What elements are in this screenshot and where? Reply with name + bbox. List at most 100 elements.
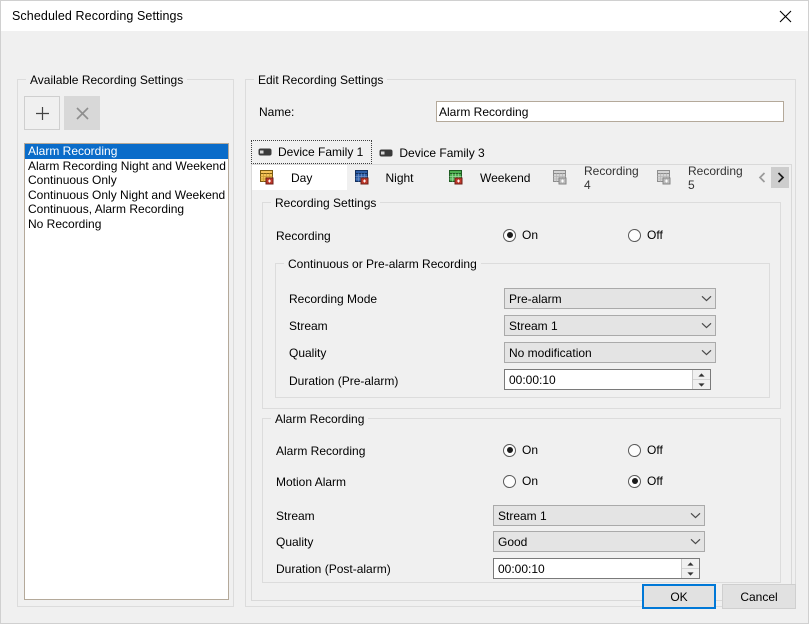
radio-dot [503,474,516,488]
recording-mode-value: Pre-alarm [509,291,562,306]
window-title: Scheduled Recording Settings [12,9,183,23]
caret-up-icon [687,561,694,566]
tab-day[interactable]: Day [252,165,347,190]
cross-icon [75,106,89,120]
chevron-left-icon [758,172,765,183]
radio-label: Off [647,443,663,457]
tab-recording-5[interactable]: Recording 5 [649,164,753,192]
delete-recording-setting-button[interactable] [64,96,100,130]
radio-dot [628,443,641,457]
scheduled-recording-settings-dialog: Scheduled Recording Settings Available R… [0,0,809,624]
close-window-button[interactable] [762,1,808,31]
chevron-down-icon [686,538,704,545]
tab-label: Recording 4 [584,163,639,192]
alarm-stream-select[interactable]: Stream 1 [493,505,705,526]
duration-prealarm-input[interactable]: 00:00:10 [504,369,711,390]
motion-alarm-on-radio[interactable]: On [503,474,538,488]
tab-device-family-3[interactable]: Device Family 3 [372,142,494,164]
available-recording-settings-title: Available Recording Settings [26,73,188,87]
alarm-recording-title: Alarm Recording [271,412,369,426]
chevron-down-icon [686,512,704,519]
radio-label: Off [647,474,663,488]
radio-dot [628,474,641,488]
recording-mode-select[interactable]: Pre-alarm [504,288,716,309]
schedule-weekend-icon [449,170,463,185]
tab-label: Device Family 3 [399,146,485,160]
radio-dot [628,228,641,242]
schedule-day-icon [260,170,274,185]
motion-alarm-label: Motion Alarm [276,475,347,489]
schedule-tab-pane: Day Night Weekend Recording 4 Recording … [251,164,792,601]
close-icon [779,10,791,22]
edit-recording-settings-title: Edit Recording Settings [254,73,388,87]
available-recording-settings-group: Available Recording Settings Alarm Recor… [17,73,234,607]
spinner-up-button[interactable] [682,559,699,569]
list-item[interactable]: Alarm Recording [25,144,228,159]
recording-mode-label: Recording Mode [289,292,378,306]
recording-on-radio[interactable]: On [503,228,538,242]
continuous-prealarm-title: Continuous or Pre-alarm Recording [284,257,481,271]
chevron-down-icon [697,349,715,356]
list-item[interactable]: Continuous Only [25,173,228,188]
continuous-quality-select[interactable]: No modification [504,342,716,363]
name-label: Name: [259,105,295,119]
chevron-down-icon [697,322,715,329]
plus-icon [35,106,49,120]
name-input[interactable] [436,101,784,122]
alarm-quality-label: Quality [276,535,314,549]
radio-label: On [522,228,539,242]
tab-label: Weekend [480,170,531,185]
tab-label: Day [291,170,313,185]
ok-button[interactable]: OK [642,584,716,609]
duration-postalarm-label: Duration (Post-alarm) [276,562,391,576]
caret-down-icon [698,382,705,387]
device-icon [379,149,393,157]
radio-label: On [522,474,539,488]
device-icon [258,148,272,156]
caret-up-icon [698,372,705,377]
radio-dot [503,228,516,242]
alarm-stream-label: Stream [276,509,315,523]
list-item[interactable]: No Recording [25,217,228,232]
spinner-up-button[interactable] [693,370,710,380]
schedule-night-icon [354,170,368,185]
title-bar: Scheduled Recording Settings [1,1,808,31]
alarm-recording-group: Alarm Recording Alarm Recording On Off M… [262,412,781,583]
tab-weekend[interactable]: Weekend [441,165,545,190]
list-item[interactable]: Alarm Recording Night and Weekend [25,159,228,174]
tab-night[interactable]: Night [347,165,442,190]
tab-recording-4[interactable]: Recording 4 [545,164,649,192]
motion-alarm-off-radio[interactable]: Off [628,474,663,488]
tab-label: Device Family 1 [278,145,364,159]
radio-label: On [522,443,539,457]
schedule-icon [553,170,567,185]
cancel-button[interactable]: Cancel [722,584,796,609]
list-item[interactable]: Continuous, Alarm Recording [25,202,228,217]
chevron-right-icon [777,172,784,183]
dialog-body: Available Recording Settings Alarm Recor… [1,31,808,623]
edit-recording-settings-group: Edit Recording Settings Name: Device Fam… [245,73,796,607]
continuous-quality-value: No modification [509,345,592,360]
device-family-tabs: Device Family 1 Device Family 3 [251,140,494,164]
spinner-buttons [692,370,710,389]
alarm-recording-on-radio[interactable]: On [503,443,538,457]
list-item[interactable]: Continuous Only Night and Weekend [25,188,228,203]
alarm-recording-label: Alarm Recording [276,444,366,458]
alarm-recording-off-radio[interactable]: Off [628,443,663,457]
alarm-quality-value: Good [498,534,528,549]
recording-settings-group: Recording Settings Recording On Off Cont… [262,196,781,409]
schedule-tabstrip: Day Night Weekend Recording 4 Recording … [252,164,791,192]
tab-scroll-next-button[interactable] [771,167,789,188]
spinner-down-button[interactable] [693,380,710,389]
tab-device-family-1[interactable]: Device Family 1 [251,140,373,164]
alarm-quality-select[interactable]: Good [493,531,705,552]
stream-label: Stream [289,319,328,333]
schedule-tab-content: Recording Settings Recording On Off Cont… [252,190,791,600]
add-recording-setting-button[interactable] [24,96,60,130]
continuous-prealarm-group: Continuous or Pre-alarm Recording Record… [275,257,770,398]
continuous-stream-select[interactable]: Stream 1 [504,315,716,336]
tab-label: Recording 5 [688,163,743,192]
recording-settings-list[interactable]: Alarm Recording Alarm Recording Night an… [24,143,229,600]
recording-off-radio[interactable]: Off [628,228,663,242]
chevron-down-icon [697,295,715,302]
